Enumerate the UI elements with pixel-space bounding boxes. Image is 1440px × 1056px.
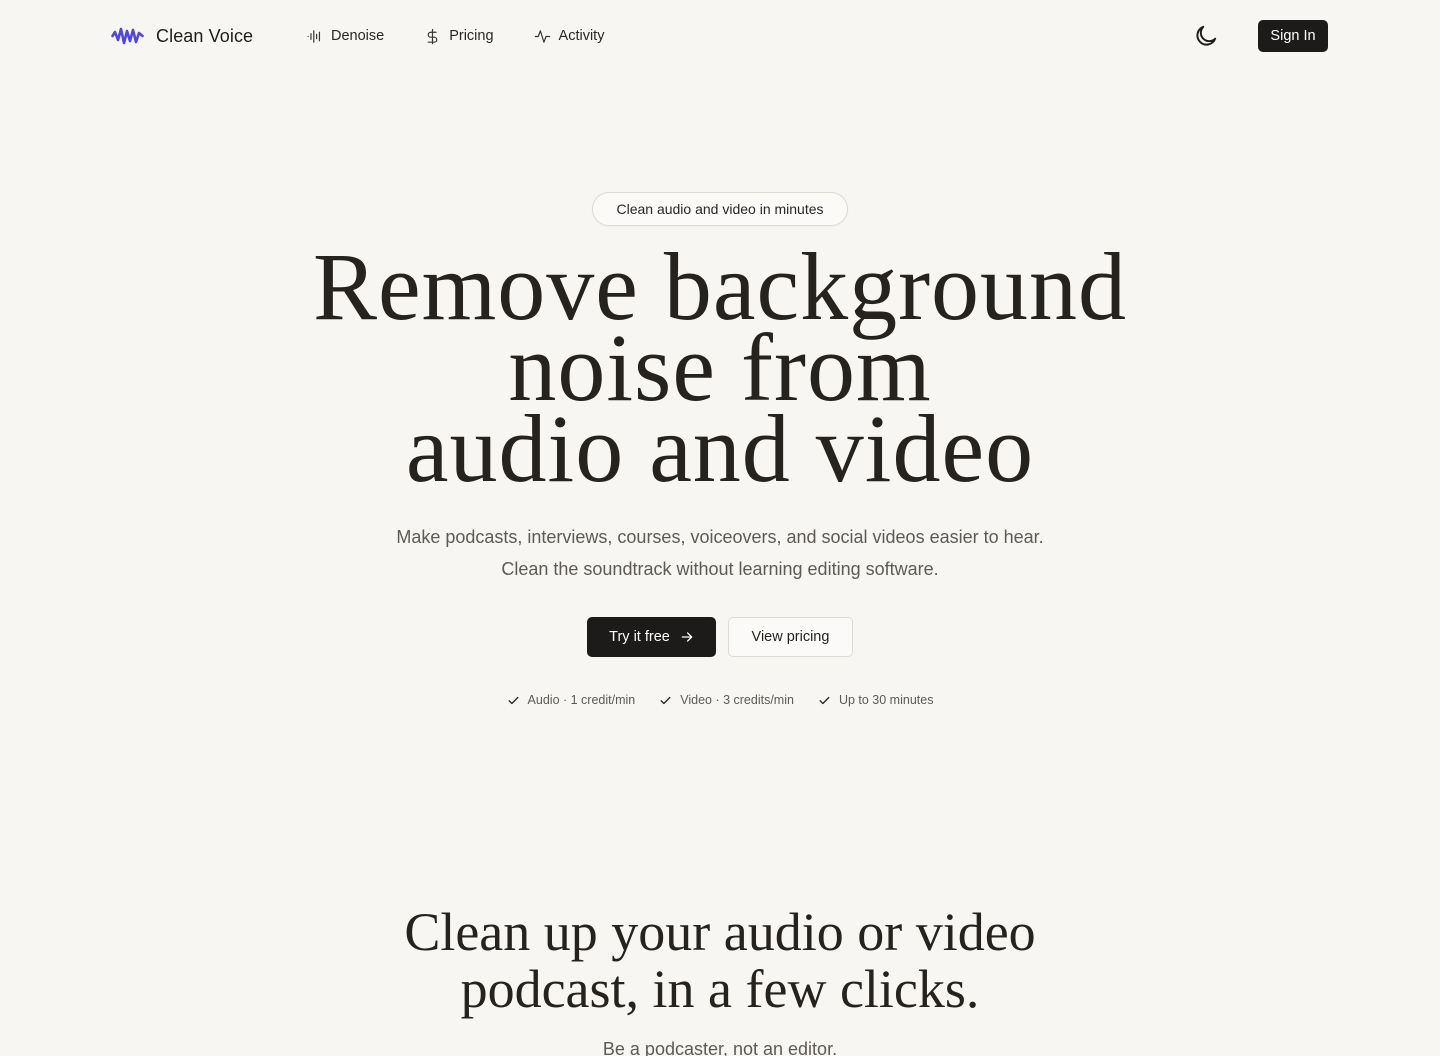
sign-in-button[interactable]: Sign In	[1258, 20, 1328, 52]
brand-home-link[interactable]: Clean Voice	[111, 22, 253, 50]
nav-link-label: Pricing	[449, 28, 494, 44]
feature-item: Audio · 1 credit/min	[507, 690, 636, 710]
check-icon	[819, 696, 830, 704]
try-it-free-button[interactable]: Try it free	[587, 617, 716, 657]
feature-item: Video · 3 credits/min	[659, 690, 794, 710]
theme-toggle-button[interactable]	[1193, 23, 1219, 49]
brand-name: Clean Voice	[156, 25, 254, 46]
feature-item: Up to 30 minutes	[818, 690, 934, 710]
top-nav: Clean Voice Denoise Pricing Activity Sig…	[0, 0, 1440, 72]
primary-nav: Denoise Pricing Activity	[306, 24, 644, 48]
feature-list: Audio · 1 credit/min Video · 3 credits/m…	[0, 690, 1440, 710]
nav-link-label: Denoise	[331, 28, 385, 44]
moon-icon	[1196, 25, 1217, 46]
section-title-line: Clean up your audio or video	[404, 902, 1036, 962]
feature-label: Video · 3 credits/min	[680, 693, 794, 707]
dollar-icon	[427, 28, 438, 44]
nav-link-pricing[interactable]: Pricing	[424, 24, 494, 48]
check-icon	[660, 696, 671, 704]
arrow-right-icon	[681, 632, 693, 642]
activity-pulse-icon	[534, 29, 550, 43]
nav-link-activity[interactable]: Activity	[534, 24, 605, 48]
hero-badge: Clean audio and video in minutes	[592, 192, 848, 226]
nav-link-denoise[interactable]: Denoise	[306, 24, 384, 48]
waveform-icon	[307, 29, 321, 43]
feature-label: Up to 30 minutes	[838, 693, 934, 707]
hero-title: Remove background noise from audio and v…	[0, 239, 1440, 502]
waveform-logo-icon	[111, 27, 144, 45]
hero-title-line: audio and video	[405, 395, 1035, 502]
hero-subtitle: Make podcasts, interviews, courses, voic…	[396, 527, 1044, 579]
section-title-line: podcast, in a few clicks.	[460, 959, 980, 1019]
view-pricing-button[interactable]: View pricing	[728, 617, 853, 657]
check-icon	[508, 696, 519, 704]
nav-link-label: Activity	[558, 28, 605, 44]
section-title: Clean up your audio or video podcast, in…	[0, 904, 1440, 1018]
section-subtitle: Be a podcaster, not an editor.	[602, 1039, 838, 1056]
try-it-free-label: Try it free	[609, 629, 670, 645]
feature-label: Audio · 1 credit/min	[527, 693, 636, 707]
